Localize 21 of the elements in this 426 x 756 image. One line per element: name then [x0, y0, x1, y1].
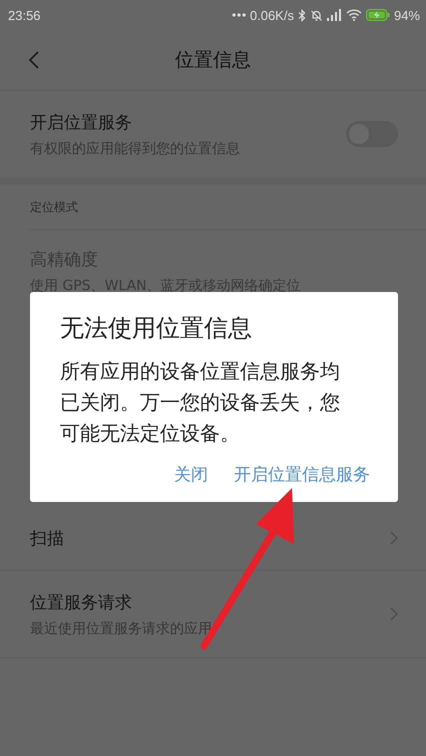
more-dots-icon: [232, 13, 246, 17]
chevron-icon: [390, 531, 398, 545]
battery-percent: 94%: [394, 8, 420, 22]
dialog-title: 无法使用位置信息: [60, 313, 253, 344]
item-title: 扫描: [30, 528, 64, 550]
dialog-button[interactable]: 开启位置信息服务: [234, 459, 370, 490]
setting-title: 开启位置服务: [30, 112, 133, 134]
back-icon[interactable]: [28, 50, 40, 70]
signal-icon: [326, 9, 342, 21]
wifi-icon: [346, 9, 362, 21]
status-time: 23:56: [8, 8, 41, 22]
dialog-button[interactable]: 关闭: [174, 459, 208, 490]
section-header: 定位模式: [30, 198, 78, 216]
bluetooth-icon: [298, 8, 306, 22]
page-title: 位置信息: [175, 48, 251, 73]
chevron-icon: [390, 607, 398, 621]
dialog-message: 所有应用的设备位置信息服务均已关闭。万一您的设备丢失，您可能无法定位设备。: [60, 358, 341, 447]
muted-bell-icon: [310, 8, 323, 22]
battery-charging-icon: [366, 9, 390, 21]
item-title: 位置服务请求: [30, 592, 133, 614]
network-speed: 0.06K/s: [250, 8, 294, 22]
